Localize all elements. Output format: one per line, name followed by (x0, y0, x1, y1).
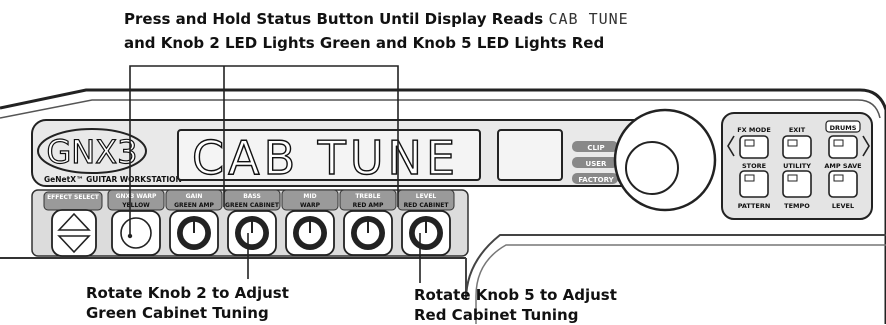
status-user-label: USER (586, 160, 608, 168)
status-factory-label: FACTORY (578, 176, 614, 184)
fx-mode-label: FX MODE (737, 126, 771, 134)
knob2-caption-line2: Green Cabinet Tuning (86, 304, 269, 322)
status-button[interactable] (111, 210, 161, 256)
data-wheel[interactable] (613, 108, 717, 212)
utility-label: UTILITY (783, 162, 811, 170)
fx-mode-button[interactable] (739, 135, 769, 159)
knob2-sub-label: GREEN AMP (174, 202, 214, 209)
knob3-sub-label: GREEN CABINET (225, 202, 280, 209)
level-button-label: LEVEL (832, 202, 854, 210)
status-button-pointer-dot (127, 233, 133, 239)
knob-bass[interactable] (227, 210, 277, 256)
knob5-sub-label: RED AMP (353, 202, 384, 209)
knob-mid[interactable] (285, 210, 335, 256)
drums-label: DRUMS (830, 124, 857, 132)
pattern-label: PATTERN (738, 202, 771, 210)
knob2-caption-line1: Rotate Knob 2 to Adjust (86, 284, 289, 302)
knob5-caption-line1: Rotate Knob 5 to Adjust (414, 286, 617, 304)
display-text: CAB TUNE (192, 131, 459, 185)
amp-save-label: AMP SAVE (824, 162, 861, 170)
knob4-sub-label: WARP (300, 202, 321, 209)
exit-button[interactable] (782, 135, 812, 159)
knob1-sub-label: YELLOW (121, 202, 150, 209)
svg-text:GNX3: GNX3 (46, 133, 137, 171)
brand-line: GeNetX™ GUITAR WORKSTATION (44, 175, 182, 184)
tempo-label: TEMPO (784, 202, 810, 210)
knob4-top-label: MID (303, 193, 316, 200)
svg-text:EFFECT SELECT: EFFECT SELECT (47, 194, 100, 201)
knob1-top-label: GNX3 WARP (116, 193, 157, 200)
knob-2-green-cabinet[interactable] (169, 210, 219, 256)
knob5-top-label: TREBLE (355, 193, 380, 200)
preset-display (497, 129, 563, 181)
knob6-sub-label: RED CABINET (404, 202, 450, 209)
status-clip-label: CLIP (587, 144, 604, 152)
knob6-top-label: LEVEL (416, 193, 437, 200)
drums-button[interactable] (828, 135, 858, 159)
exit-label: EXIT (789, 126, 806, 134)
knob-5-red-cabinet[interactable] (401, 210, 451, 256)
effect-select-label: EFFECT SELECT (47, 194, 100, 201)
knob2-top-label: GAIN (186, 193, 203, 200)
knob-treble[interactable] (343, 210, 393, 256)
knob3-top-label: BASS (243, 193, 261, 200)
store-label: STORE (742, 162, 766, 170)
gnx3-device-diagram: GNX3 GeNetX™ GUITAR WORKSTATION CAB TUNE… (0, 65, 886, 324)
knob5-caption-line2: Red Cabinet Tuning (414, 306, 579, 324)
